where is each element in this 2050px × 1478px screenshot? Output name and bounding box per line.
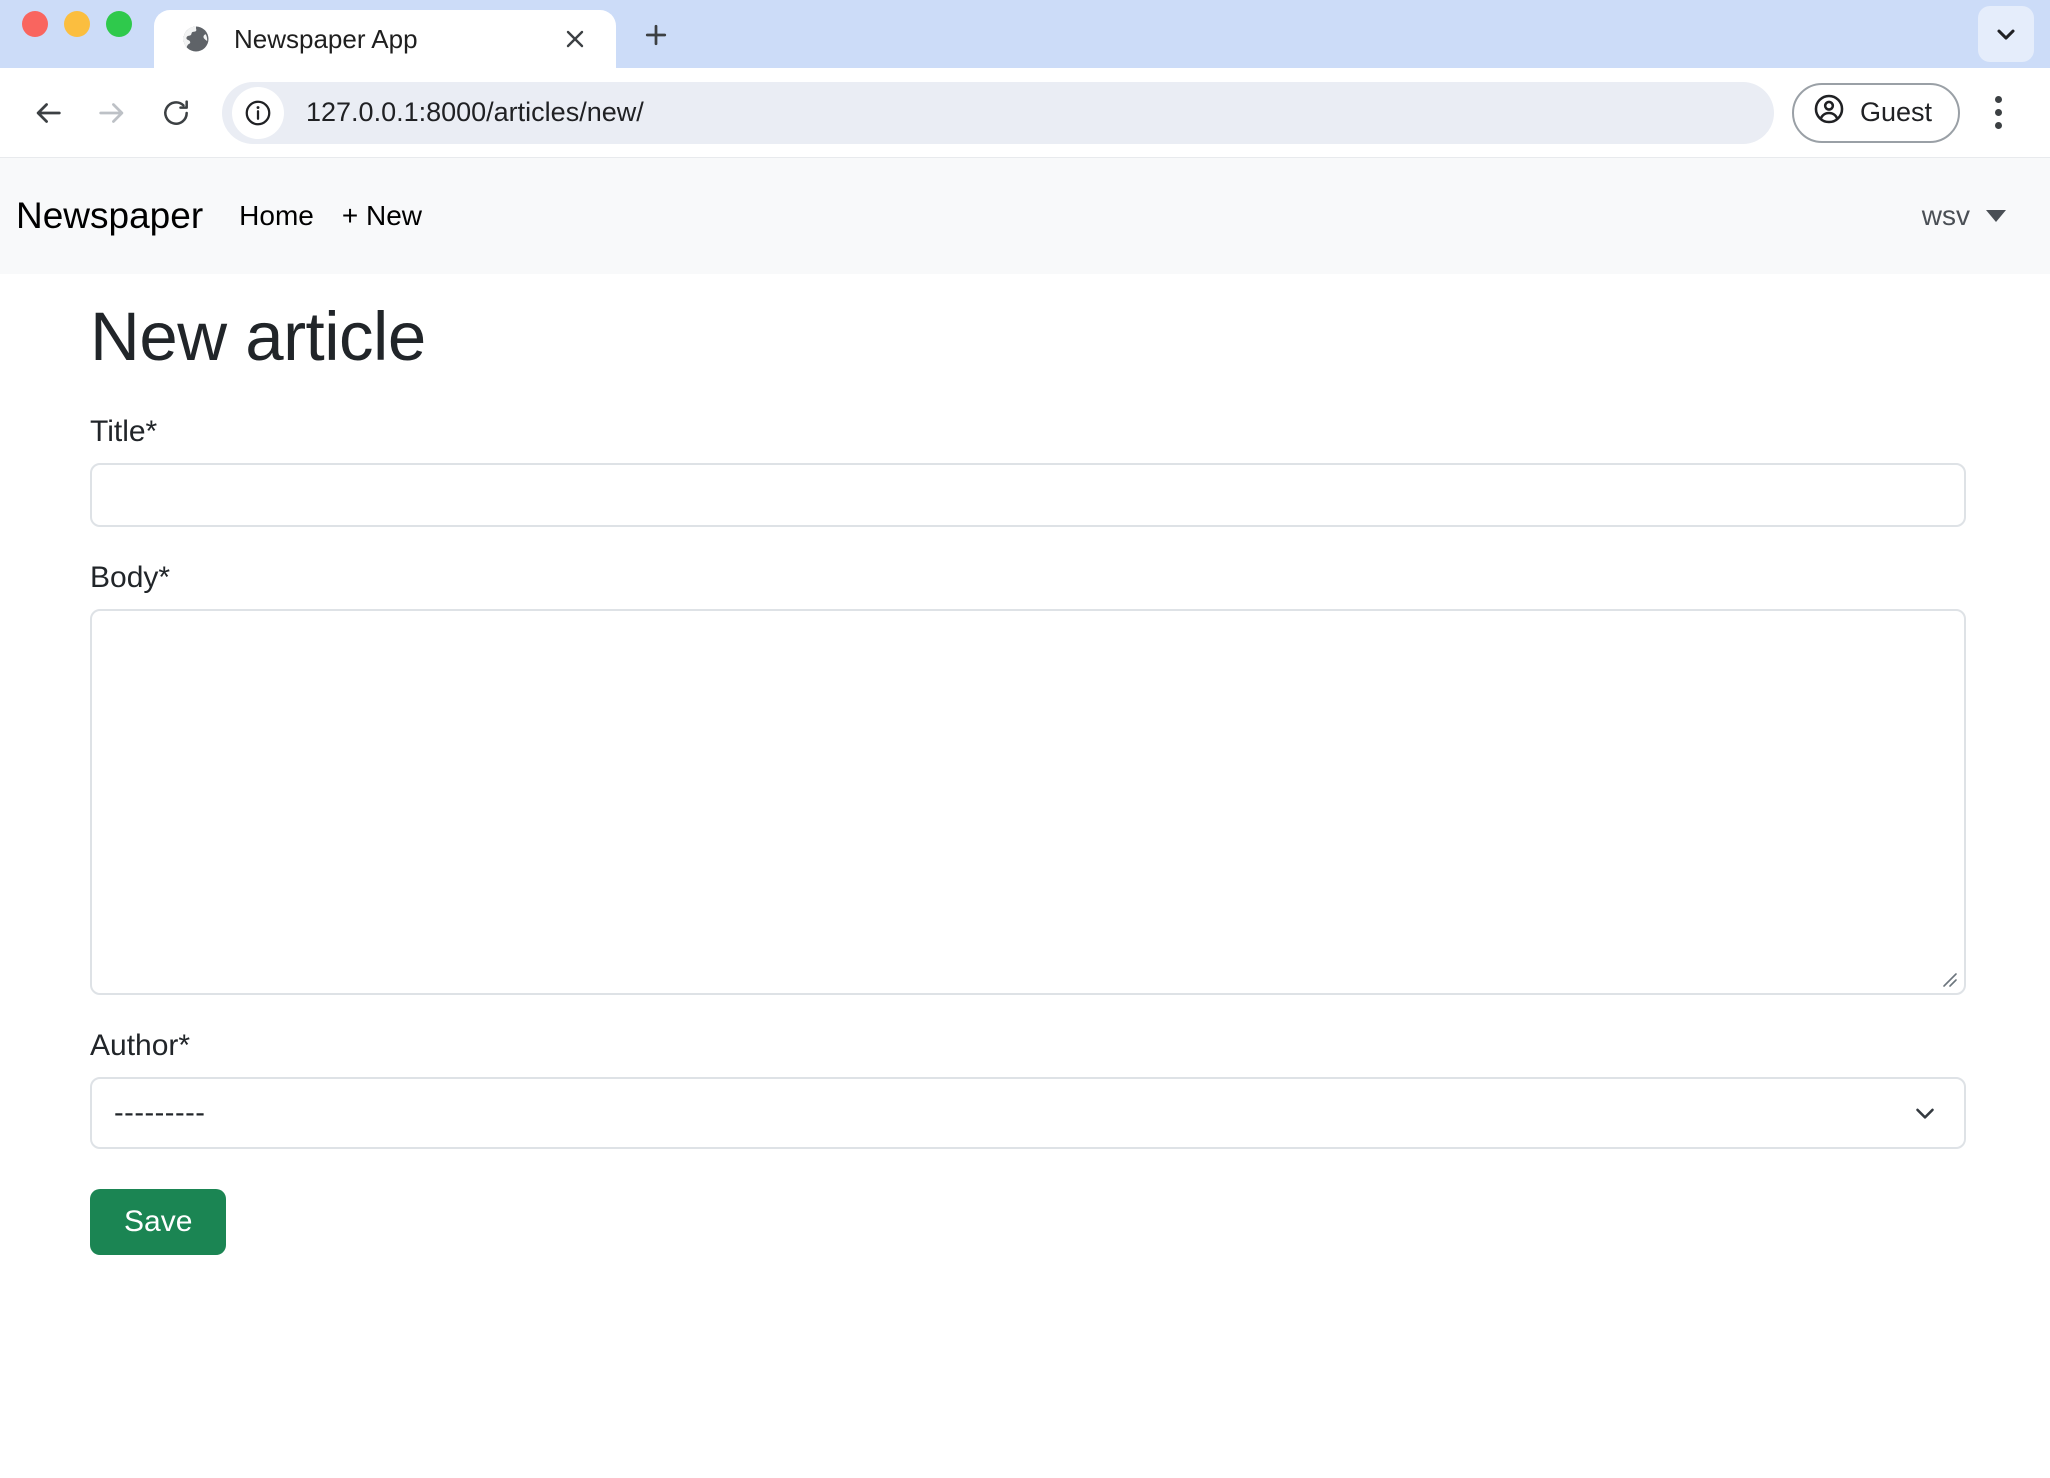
- nav-links: Home + New: [239, 200, 422, 232]
- profile-button[interactable]: Guest: [1791, 82, 1960, 143]
- body-textarea[interactable]: [90, 608, 1966, 995]
- browser-toolbar: 127.0.0.1:8000/articles/new/ Guest: [0, 68, 2050, 158]
- new-article-form: Title* Body* Author* --------- Save: [90, 415, 1982, 1255]
- chevron-down-icon[interactable]: [1978, 6, 2034, 62]
- title-label: Title*: [90, 414, 158, 448]
- save-button[interactable]: Save: [90, 1188, 227, 1255]
- address-bar[interactable]: 127.0.0.1:8000/articles/new/: [222, 81, 1774, 144]
- forward-button[interactable]: [80, 81, 144, 145]
- caret-down-icon: [1986, 210, 2006, 222]
- profile-label: Guest: [1859, 97, 1932, 127]
- reload-button[interactable]: [144, 81, 208, 145]
- maximize-window-button[interactable]: [106, 11, 132, 37]
- browser-tab-strip: Newspaper App: [0, 0, 2050, 68]
- author-select-wrapper: ---------: [90, 1076, 1966, 1149]
- author-select[interactable]: ---------: [90, 1076, 1966, 1149]
- field-group-title: Title*: [90, 415, 1982, 527]
- page-title: New article: [90, 298, 426, 375]
- page-viewport: Newspaper Home + New wsv New article Tit…: [0, 158, 2050, 1478]
- browser-menu-button[interactable]: [1970, 81, 2026, 145]
- title-input[interactable]: [90, 462, 1966, 527]
- close-window-button[interactable]: [22, 11, 48, 37]
- body-textarea-wrapper: [90, 608, 1966, 995]
- field-group-body: Body*: [90, 561, 1982, 995]
- kebab-menu-icon: [1994, 122, 2002, 129]
- back-button[interactable]: [16, 81, 80, 145]
- minimize-window-button[interactable]: [64, 11, 90, 37]
- user-menu-label: wsv: [1921, 200, 1970, 231]
- browser-window: Newspaper App 127.0.0.1:8000/articles/ne…: [0, 0, 2050, 1478]
- kebab-menu-icon: [1994, 96, 2002, 103]
- browser-tab[interactable]: Newspaper App: [154, 10, 616, 68]
- globe-icon: [180, 23, 212, 55]
- kebab-menu-icon: [1994, 109, 2002, 116]
- new-tab-icon[interactable]: [626, 10, 686, 68]
- close-tab-icon[interactable]: [554, 18, 596, 60]
- window-controls: [22, 0, 154, 68]
- body-label: Body*: [90, 560, 171, 594]
- app-navbar: Newspaper Home + New wsv: [0, 158, 2050, 274]
- tab-title: Newspaper App: [234, 23, 418, 54]
- url-text[interactable]: 127.0.0.1:8000/articles/new/: [306, 97, 644, 128]
- brand-link[interactable]: Newspaper: [16, 195, 203, 237]
- nav-link-new[interactable]: + New: [342, 200, 422, 232]
- nav-link-home[interactable]: Home: [239, 200, 314, 232]
- user-menu-dropdown[interactable]: wsv: [1922, 200, 2016, 232]
- account-circle-icon: [1812, 92, 1846, 133]
- page-content: New article Title* Body* Author* -------…: [0, 274, 2050, 1255]
- info-circle-icon[interactable]: [232, 86, 284, 139]
- author-label: Author*: [90, 1028, 191, 1062]
- field-group-author: Author* ---------: [90, 1029, 1982, 1149]
